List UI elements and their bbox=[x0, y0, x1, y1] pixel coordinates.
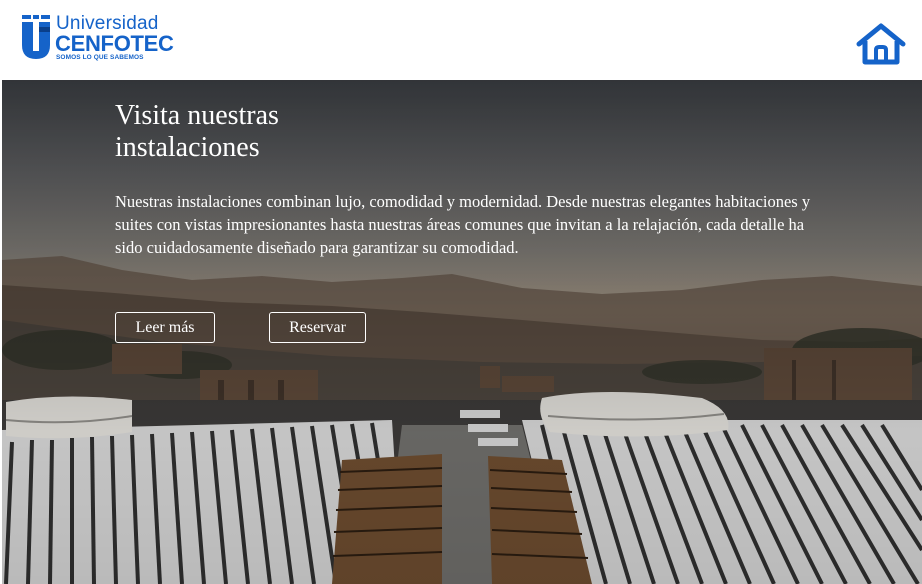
hero-section: Visita nuestras instalaciones Nuestras i… bbox=[2, 80, 922, 584]
hero-title-line1: Visita nuestras bbox=[115, 100, 279, 131]
read-more-button[interactable]: Leer más bbox=[115, 312, 215, 343]
hero-description: Nuestras instalaciones combinan lujo, co… bbox=[115, 192, 811, 257]
site-header: Universidad CENFOTEC SOMOS LO QUE SABEMO… bbox=[0, 0, 922, 80]
hero-title-line2: instalaciones bbox=[115, 132, 260, 163]
university-logo[interactable]: Universidad CENFOTEC SOMOS LO QUE SABEMO… bbox=[22, 13, 174, 65]
reserve-button[interactable]: Reservar bbox=[269, 312, 366, 343]
logo-text-cenfotec: CENFOTEC bbox=[55, 31, 174, 56]
logo-tagline: SOMOS LO QUE SABEMOS bbox=[56, 54, 144, 61]
logo-mark-icon bbox=[22, 15, 50, 59]
home-icon[interactable] bbox=[855, 22, 907, 66]
hero-title: Visita nuestras instalaciones bbox=[115, 100, 415, 164]
